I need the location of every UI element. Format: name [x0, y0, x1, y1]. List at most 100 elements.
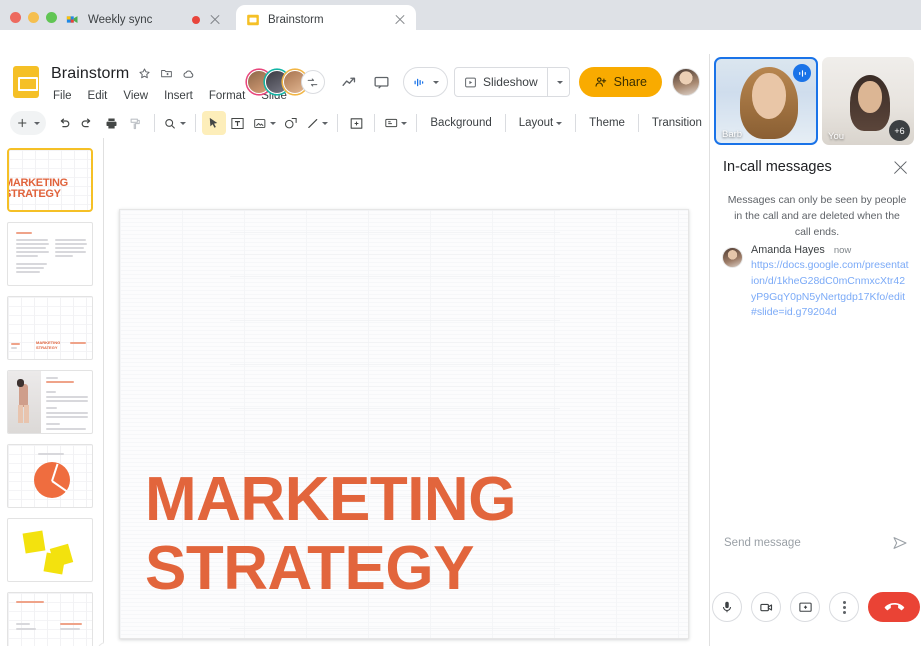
share-label: Share: [614, 75, 647, 89]
avatar-face-decoration: [858, 81, 882, 113]
slide-thumbnail[interactable]: MARKETINGSTRATEGY: [7, 296, 93, 360]
video-tile-name: You: [828, 131, 844, 142]
comment-icon[interactable]: [367, 67, 397, 97]
kebab-menu-icon[interactable]: [829, 592, 859, 622]
menu-view[interactable]: View: [121, 89, 150, 103]
filmstrip-slide-6[interactable]: [0, 515, 104, 588]
close-window-button[interactable]: [10, 12, 21, 23]
new-slide-button[interactable]: [10, 111, 46, 135]
slide-thumbnail[interactable]: MARKETING STRATEGY: [7, 148, 93, 212]
layout-button[interactable]: Layout: [512, 111, 570, 135]
cloud-saved-icon[interactable]: [182, 67, 196, 81]
minimize-window-button[interactable]: [28, 12, 39, 23]
chevron-down-icon[interactable]: [556, 122, 562, 125]
text-box-icon[interactable]: [226, 111, 250, 135]
print-icon[interactable]: [100, 111, 124, 135]
chat-message-time: now: [834, 245, 851, 256]
slideshow-button[interactable]: Slideshow: [454, 67, 548, 97]
menu-file[interactable]: File: [51, 89, 74, 103]
chevron-down-icon[interactable]: [401, 122, 407, 125]
google-meet-side-panel: Barb You +6 In-call messages Messages ca…: [709, 54, 921, 646]
send-icon[interactable]: [892, 535, 908, 551]
chevron-down-icon[interactable]: [34, 122, 40, 125]
collaborator-avatars: [247, 70, 325, 94]
tab-close-icon[interactable]: [393, 13, 407, 27]
avatar: [722, 247, 743, 268]
browser-omnibox-row: [0, 30, 921, 54]
slides-toolbar: Background Layout Theme Transition: [0, 108, 709, 138]
video-camera-icon[interactable]: [751, 592, 781, 622]
slide-title-textbox[interactable]: MARKETING STRATEGY: [145, 465, 675, 604]
slide-thumbnail[interactable]: [7, 222, 93, 286]
slide-canvas-area[interactable]: MARKETING STRATEGY: [104, 138, 709, 646]
chevron-down-icon: [557, 81, 563, 84]
video-tiles: Barb You +6: [710, 54, 921, 145]
close-icon[interactable]: [892, 159, 909, 176]
slideshow-label: Slideshow: [483, 75, 538, 89]
current-slide[interactable]: MARKETING STRATEGY: [119, 209, 689, 639]
slide-thumbnail[interactable]: [7, 370, 93, 434]
google-slides-logo-icon: [13, 66, 39, 98]
chat-panel-title: In-call messages: [723, 159, 892, 175]
tab-close-icon[interactable]: [208, 13, 222, 27]
transition-icon[interactable]: [381, 111, 411, 135]
call-controls: [710, 578, 921, 636]
undo-icon[interactable]: [52, 111, 76, 135]
slide-thumbnail[interactable]: [7, 518, 93, 582]
add-comment-icon[interactable]: [344, 111, 368, 135]
page-title[interactable]: Brainstorm: [51, 65, 129, 83]
slide-filmstrip[interactable]: MARKETING STRATEGY: [0, 138, 104, 646]
background-button[interactable]: Background: [423, 111, 498, 135]
insert-image-icon[interactable]: [250, 111, 279, 135]
google-slides-icon: [245, 12, 260, 27]
activity-dashboard-icon[interactable]: [335, 67, 365, 97]
filmstrip-slide-5[interactable]: [0, 441, 104, 514]
menu-insert[interactable]: Insert: [162, 89, 195, 103]
chat-message-link[interactable]: https://docs.google.com/presentation/d/1…: [751, 258, 910, 321]
account-avatar[interactable]: [672, 68, 700, 96]
chevron-down-icon[interactable]: [433, 81, 439, 84]
share-button[interactable]: Share: [579, 67, 662, 97]
slide-thumbnail[interactable]: [7, 592, 93, 646]
menu-format[interactable]: Format: [207, 89, 247, 103]
filmstrip-slide-1[interactable]: MARKETING STRATEGY: [0, 145, 104, 218]
zoom-icon[interactable]: [160, 111, 189, 135]
theme-button[interactable]: Theme: [582, 111, 632, 135]
end-call-icon[interactable]: [868, 592, 920, 622]
google-meet-icon: [65, 12, 80, 27]
move-to-folder-icon[interactable]: [160, 67, 173, 80]
mic-icon[interactable]: [712, 592, 742, 622]
avatar-face-decoration: [752, 73, 786, 119]
chevron-down-icon[interactable]: [180, 122, 186, 125]
more-participants-badge[interactable]: +6: [889, 120, 910, 141]
share-screen-icon[interactable]: [301, 70, 325, 94]
header-actions: Slideshow Share: [247, 64, 709, 100]
tab-recording-indicator-icon: [192, 16, 200, 24]
star-icon[interactable]: [138, 67, 151, 80]
shape-icon[interactable]: [279, 111, 303, 135]
slide-thumbnail[interactable]: [7, 444, 93, 508]
select-cursor-icon[interactable]: [202, 111, 226, 135]
chat-header: In-call messages: [710, 150, 921, 184]
chevron-down-icon[interactable]: [322, 122, 328, 125]
filmstrip-slide-2[interactable]: [0, 219, 104, 292]
tab-title: Weekly sync: [88, 14, 192, 26]
filmstrip-slide-3[interactable]: MARKETINGSTRATEGY: [0, 293, 104, 366]
present-screen-icon[interactable]: [790, 592, 820, 622]
toolbar-divider: [374, 114, 375, 132]
send-message-row[interactable]: Send message: [710, 526, 921, 560]
toolbar-divider: [575, 114, 576, 132]
slideshow-dropdown-icon[interactable]: [548, 67, 570, 97]
send-message-input[interactable]: Send message: [724, 537, 884, 549]
redo-icon[interactable]: [76, 111, 100, 135]
filmstrip-slide-4[interactable]: [0, 367, 104, 440]
chevron-down-icon[interactable]: [270, 122, 276, 125]
video-tile-barb[interactable]: Barb: [714, 57, 818, 145]
filmstrip-slide-7[interactable]: [0, 589, 104, 646]
video-tile-you[interactable]: You +6: [822, 57, 914, 145]
paint-format-icon[interactable]: [124, 111, 148, 135]
menu-edit[interactable]: Edit: [86, 89, 110, 103]
meet-audio-icon[interactable]: [403, 67, 448, 97]
transition-button[interactable]: Transition: [645, 111, 709, 135]
line-icon[interactable]: [303, 111, 332, 135]
